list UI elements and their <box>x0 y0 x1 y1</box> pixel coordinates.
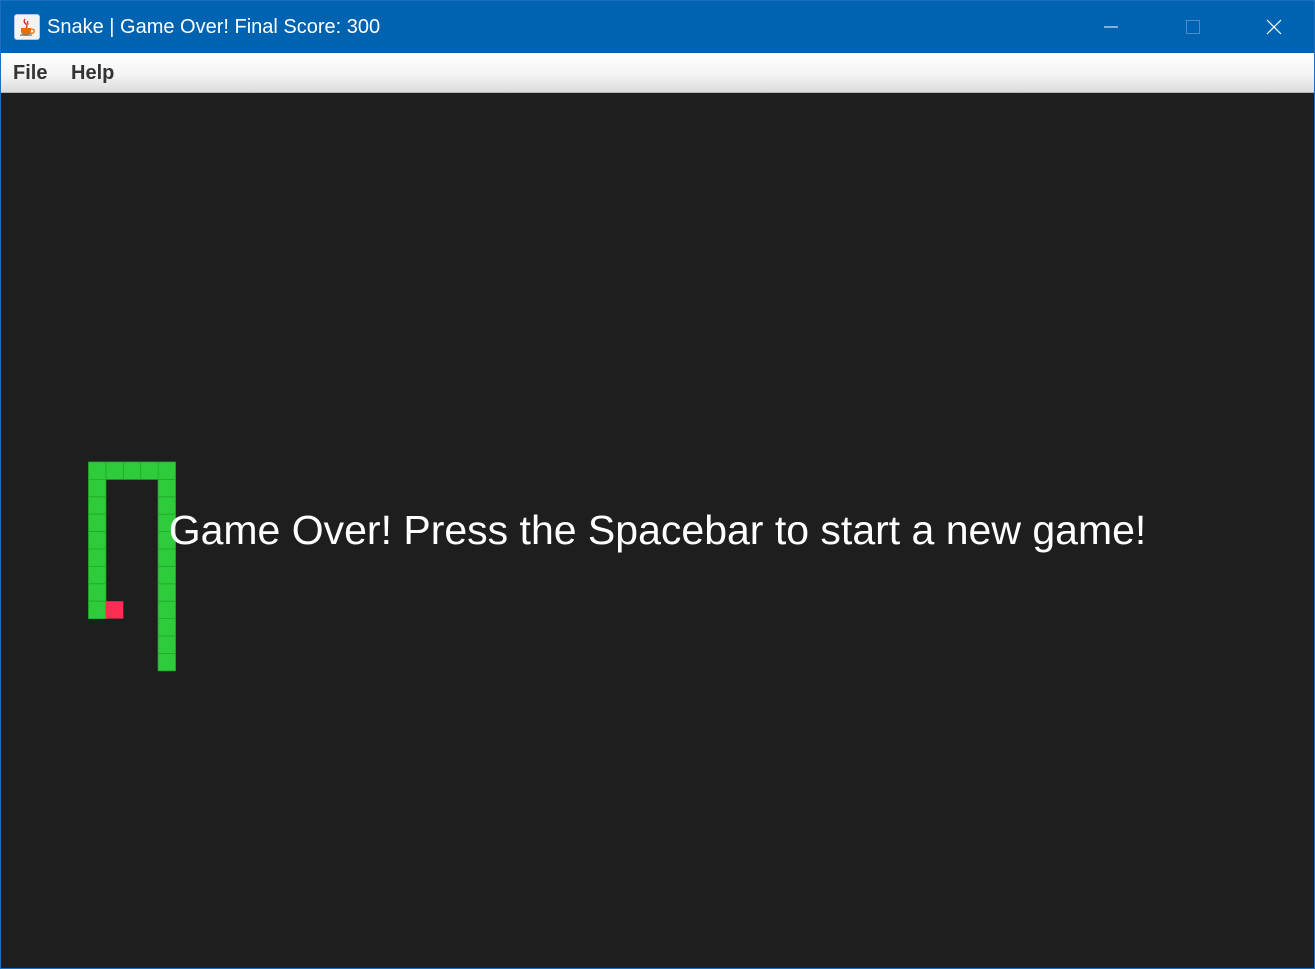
window-title: Snake | Game Over! Final Score: 300 <box>47 16 381 38</box>
snake-segment <box>157 478 176 498</box>
snake-segment <box>88 478 107 498</box>
minimize-button[interactable] <box>1071 1 1151 53</box>
snake-segment <box>157 583 176 602</box>
snake-segment <box>88 565 107 585</box>
snake-segment <box>88 600 107 620</box>
menu-file[interactable]: File <box>13 62 47 84</box>
close-icon <box>1266 19 1282 35</box>
maximize-button[interactable] <box>1153 1 1233 53</box>
close-button[interactable] <box>1234 1 1314 53</box>
menu-help[interactable]: Help <box>71 62 114 84</box>
minimize-icon <box>1104 26 1118 28</box>
java-cup-icon[interactable] <box>14 14 40 40</box>
title-bar[interactable]: Snake | Game Over! Final Score: 300 <box>1 1 1314 53</box>
snake-segment <box>88 461 107 480</box>
snake-segment <box>88 583 107 602</box>
snake-segment <box>157 618 176 637</box>
game-over-message: Game Over! Press the Spacebar to start a… <box>168 507 1147 553</box>
snake-segment <box>157 600 176 620</box>
snake-segment <box>140 461 159 480</box>
game-board[interactable]: Game Over! Press the Spacebar to start a… <box>1 93 1314 968</box>
snake-segment <box>122 461 142 480</box>
snake-segment <box>157 565 176 585</box>
food-pellet <box>105 601 124 619</box>
snake-segment <box>105 461 124 480</box>
menu-bar: File Help <box>1 53 1314 93</box>
app-window: Snake | Game Over! Final Score: 300 File… <box>0 0 1315 969</box>
snake-head <box>157 653 176 672</box>
snake-segment <box>157 635 176 654</box>
maximize-icon <box>1186 20 1200 34</box>
snake-segment <box>157 461 176 480</box>
